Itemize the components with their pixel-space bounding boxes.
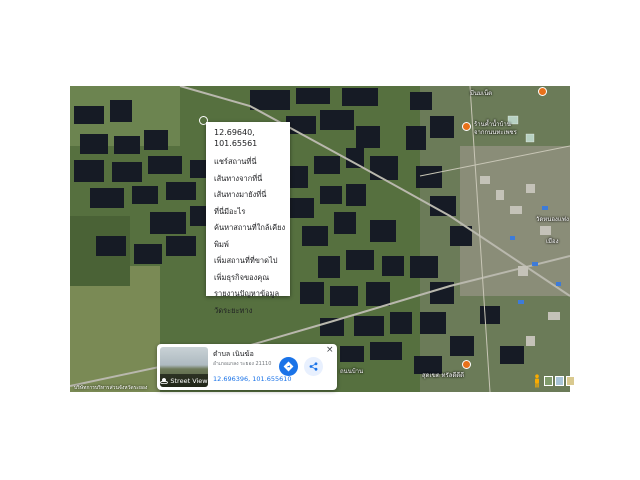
menu-item-print[interactable]: พิมพ์ xyxy=(214,237,290,254)
directions-button[interactable] xyxy=(279,357,298,376)
menu-item-share[interactable]: แชร์สถานที่นี่ xyxy=(214,154,290,171)
map-label-mid-right-2: จากกนนทะเพชร xyxy=(474,129,517,136)
poi-marker-top-right[interactable] xyxy=(538,87,547,96)
map-label-right-edge: วัดหนองแฟง xyxy=(536,216,569,223)
imagery-thumb-3[interactable] xyxy=(566,376,575,386)
close-icon[interactable]: × xyxy=(326,345,334,355)
context-menu: 12.69640, 101.65561 แชร์สถานที่นี่ เส้นท… xyxy=(206,122,290,315)
pegman-icon[interactable] xyxy=(533,374,541,388)
menu-item-report-problem[interactable]: รายงานปัญหาข้อมูล xyxy=(214,286,290,303)
imagery-thumb-1[interactable] xyxy=(544,376,553,386)
imagery-thumb-2[interactable] xyxy=(555,376,564,386)
menu-item-whats-here[interactable]: ที่นี่มีอะไร xyxy=(214,204,290,221)
menu-item-search-nearby[interactable]: ค้นหาสถานที่ใกล้เคียง xyxy=(214,220,290,237)
share-icon xyxy=(309,362,318,371)
map-label-bottom-road: ถนนบ้าน xyxy=(340,368,364,375)
street-view-thumbnail[interactable]: Street View xyxy=(160,347,208,387)
location-info-card: Street View ตำบล เนินฆ้อ อำเภอแกลง ระยอง… xyxy=(157,344,337,390)
map-label-bottom-poi: สุดเขต ทรัลดีดีดี xyxy=(422,372,465,379)
map-label-top-right: มีนมเน็ต xyxy=(470,90,493,97)
menu-item-directions-from[interactable]: เส้นทางจากที่นี่ xyxy=(214,171,290,188)
menu-item-add-missing-place[interactable]: เพิ่มสถานที่ที่ขาดไป xyxy=(214,253,290,270)
card-place-title: ตำบล เนินฆ้อ xyxy=(213,350,254,358)
directions-icon xyxy=(283,361,294,372)
street-view-text: Street View xyxy=(170,376,208,385)
street-view-icon xyxy=(160,377,169,384)
map-attribution: บริษัทการบริหารส่วนจังหวัดระยอง xyxy=(74,385,148,391)
menu-item-measure-distance[interactable]: วัดระยะทาง xyxy=(214,303,290,320)
menu-item-add-business[interactable]: เพิ่มธุรกิจของคุณ xyxy=(214,270,290,287)
share-button[interactable] xyxy=(304,357,323,376)
context-menu-coords[interactable]: 12.69640, 101.65561 xyxy=(214,127,290,149)
imagery-thumbnails[interactable] xyxy=(544,376,575,386)
poi-marker-bottom[interactable] xyxy=(462,360,471,369)
map-label-right-edge-2: เมือง xyxy=(546,238,559,245)
poi-marker-mid-right[interactable] xyxy=(462,122,471,131)
card-place-subtitle: อำเภอแกลง ระยอง 21110 xyxy=(213,361,272,367)
menu-item-directions-to[interactable]: เส้นทางมายังที่นี่ xyxy=(214,187,290,204)
street-view-label-bar: Street View xyxy=(160,374,208,387)
card-coords-link[interactable]: 12.696396, 101.655610 xyxy=(213,375,292,383)
